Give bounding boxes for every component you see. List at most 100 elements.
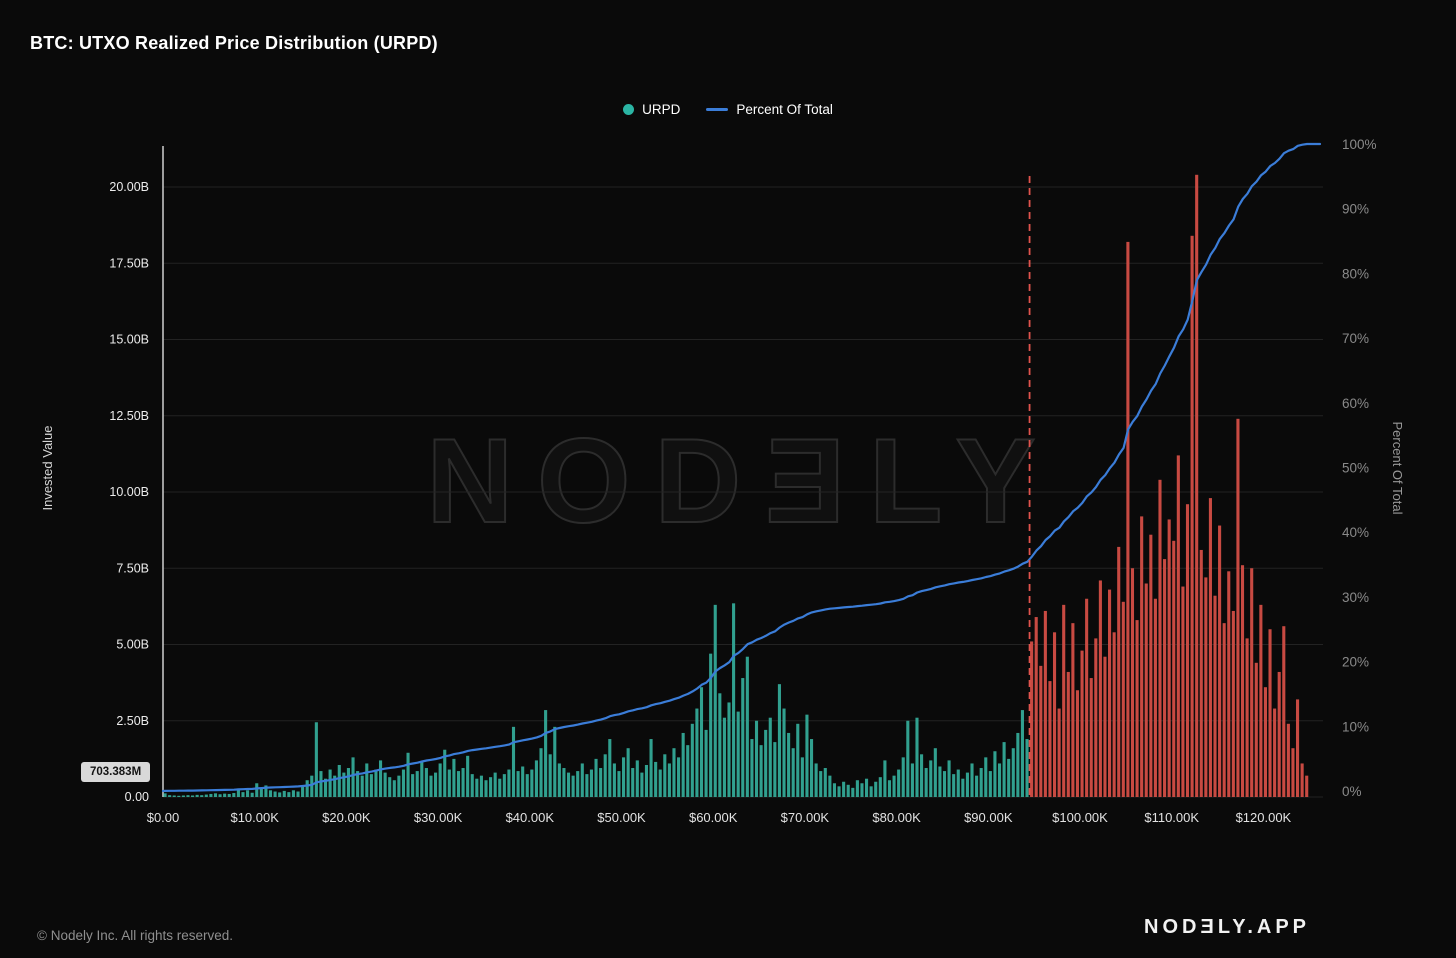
urpd-bar <box>572 776 575 797</box>
urpd-bar <box>448 770 451 797</box>
urpd-bar <box>1246 638 1249 797</box>
urpd-bar <box>1200 550 1203 797</box>
urpd-bar <box>1081 651 1084 797</box>
urpd-bar <box>562 768 565 797</box>
urpd-bar <box>1209 498 1212 797</box>
urpd-bar <box>842 782 845 797</box>
urpd-bar <box>888 780 891 797</box>
current-value-badge: 703.383M <box>81 762 150 782</box>
urpd-bar <box>604 754 607 797</box>
urpd-bar <box>306 780 309 797</box>
right-axis-tick: 10% <box>1342 719 1369 734</box>
urpd-bar <box>1090 678 1093 797</box>
footer-brand-logo[interactable]: NODƎLY.APP <box>1144 916 1310 939</box>
urpd-bar <box>714 605 717 797</box>
urpd-bar <box>934 748 937 797</box>
urpd-bar <box>1236 419 1239 797</box>
urpd-bar <box>338 765 341 797</box>
urpd-bar <box>723 718 726 797</box>
urpd-bar <box>617 771 620 797</box>
urpd-bar <box>1145 584 1148 798</box>
urpd-bar <box>1223 623 1226 797</box>
urpd-bar <box>1007 759 1010 797</box>
urpd-bar <box>196 795 199 797</box>
x-axis-tick: $10.00K <box>230 810 279 825</box>
urpd-bar <box>214 793 217 797</box>
urpd-bar <box>1172 541 1175 797</box>
urpd-bar <box>494 773 497 797</box>
urpd-bar <box>1186 504 1189 797</box>
urpd-bar <box>1268 629 1271 797</box>
urpd-bar <box>553 727 556 797</box>
urpd-bar <box>856 780 859 797</box>
urpd-bar <box>1122 602 1125 797</box>
urpd-bar <box>613 763 616 797</box>
urpd-bar <box>879 777 882 797</box>
urpd-bar <box>361 776 364 797</box>
urpd-bar <box>686 745 689 797</box>
urpd-bar <box>815 763 818 797</box>
urpd-bar <box>1021 710 1024 797</box>
urpd-bar <box>205 795 208 797</box>
urpd-bar <box>521 767 524 798</box>
urpd-bar <box>315 722 318 797</box>
urpd-bar <box>1168 519 1171 797</box>
urpd-bar <box>388 777 391 797</box>
urpd-bar <box>1154 599 1157 797</box>
left-axis-tick: 5.00B <box>116 638 149 652</box>
urpd-bar <box>1099 580 1102 797</box>
urpd-chart-canvas[interactable]: 0.002.50B5.00B7.50B10.00B12.50B15.00B17.… <box>0 0 1456 870</box>
urpd-bar <box>287 792 290 797</box>
urpd-bar <box>177 796 180 797</box>
urpd-bar <box>902 757 905 797</box>
urpd-bar <box>627 748 630 797</box>
urpd-bar <box>462 768 465 797</box>
urpd-bar <box>549 754 552 797</box>
urpd-bar <box>434 773 437 797</box>
urpd-bar <box>677 757 680 797</box>
urpd-bar <box>278 792 281 797</box>
right-axis-tick: 50% <box>1342 461 1369 476</box>
urpd-bar <box>1113 632 1116 797</box>
urpd-bar <box>1012 748 1015 797</box>
urpd-bar <box>1058 709 1061 797</box>
right-axis-title: Percent Of Total <box>1390 422 1405 515</box>
x-axis-tick: $70.00K <box>781 810 830 825</box>
urpd-bar <box>695 709 698 797</box>
urpd-bar <box>1158 480 1161 797</box>
urpd-bar <box>975 776 978 797</box>
urpd-bar <box>993 751 996 797</box>
urpd-bar <box>741 678 744 797</box>
urpd-bar <box>874 782 877 797</box>
urpd-bar <box>915 718 918 797</box>
urpd-bar <box>824 768 827 797</box>
urpd-bar <box>384 773 387 797</box>
urpd-bar <box>865 779 868 797</box>
urpd-bar <box>764 730 767 797</box>
urpd-bar <box>507 770 510 797</box>
urpd-bar <box>168 795 171 797</box>
urpd-bar <box>948 760 951 797</box>
urpd-bar <box>1076 690 1079 797</box>
left-axis-tick: 0.00 <box>125 790 149 804</box>
urpd-bar <box>1305 776 1308 797</box>
urpd-bar <box>943 771 946 797</box>
urpd-bar <box>425 768 428 797</box>
left-axis-tick: 10.00B <box>109 485 149 499</box>
urpd-bar <box>805 715 808 797</box>
left-axis-tick: 2.50B <box>116 714 149 728</box>
urpd-bar <box>1062 605 1065 797</box>
urpd-bar <box>883 760 886 797</box>
urpd-bar <box>1232 611 1235 797</box>
urpd-bar <box>186 795 189 797</box>
urpd-bar <box>1227 571 1230 797</box>
x-axis-tick: $120.00K <box>1236 810 1292 825</box>
urpd-bar <box>980 768 983 797</box>
urpd-bar <box>640 773 643 797</box>
urpd-bar <box>301 786 304 797</box>
urpd-bar <box>594 759 597 797</box>
urpd-bar <box>650 739 653 797</box>
urpd-bar <box>819 771 822 797</box>
urpd-bar <box>796 724 799 797</box>
urpd-bar <box>1030 641 1033 797</box>
